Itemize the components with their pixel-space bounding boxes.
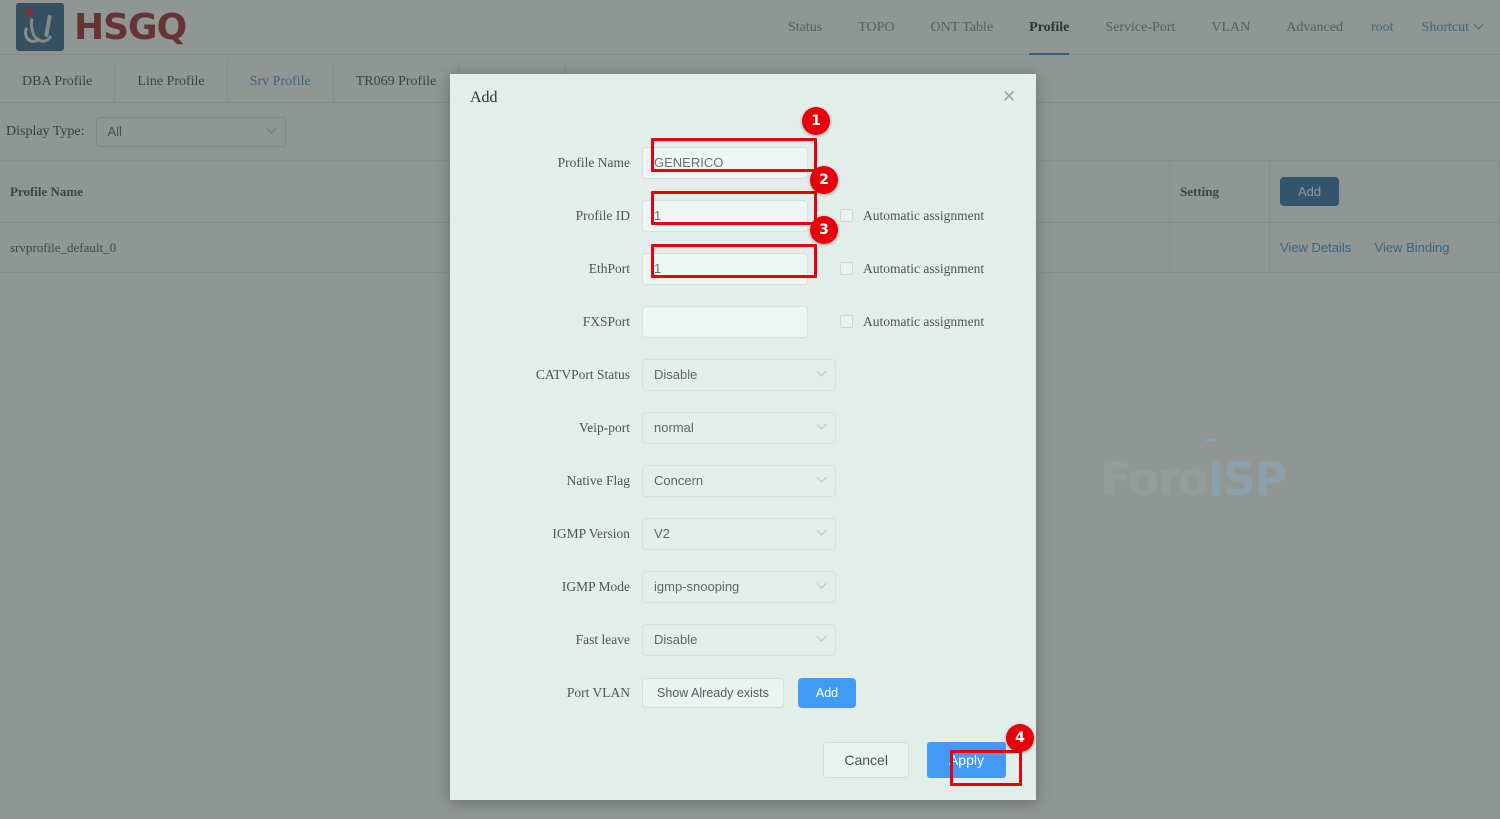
igmp-mode-label: IGMP Mode	[561, 578, 630, 594]
profile-id-control	[642, 199, 808, 232]
cancel-button[interactable]: Cancel	[823, 742, 909, 778]
row-profile-id: Profile ID Automatic assignment	[450, 189, 1036, 242]
profile-name-input[interactable]	[642, 146, 808, 179]
port-vlan-label: Port VLAN	[566, 684, 630, 700]
profile-name-control	[642, 146, 808, 179]
veip-port-label: Veip-port	[579, 419, 630, 435]
profile-name-label: Profile Name	[557, 154, 630, 170]
igmp-version-select[interactable]: V2	[642, 517, 836, 550]
row-igmp-version: IGMP Version V2	[450, 507, 1036, 560]
step-badge-3: 3	[810, 216, 838, 244]
ethport-label: EthPort	[588, 260, 630, 276]
fast-leave-value: Disable	[654, 632, 698, 647]
ethport-auto-wrap: Automatic assignment	[840, 261, 984, 277]
apply-button[interactable]: Apply	[926, 742, 1006, 778]
catvport-status-select[interactable]: Disable	[642, 358, 836, 391]
row-fxsport: FXSPort Automatic assignment	[450, 295, 1036, 348]
fxsport-label: FXSPort	[582, 313, 630, 329]
catvport-status-label: CATVPort Status	[535, 366, 630, 382]
chevron-down-icon	[816, 419, 827, 430]
row-port-vlan: Port VLAN Show Already exists Add	[450, 666, 1036, 719]
fast-leave-select[interactable]: Disable	[642, 623, 836, 656]
igmp-mode-select[interactable]: igmp-snooping	[642, 570, 836, 603]
igmp-version-label: IGMP Version	[552, 525, 630, 541]
dialog-body: Profile Name Profile ID Automatic assign…	[450, 122, 1036, 719]
row-ethport: EthPort Automatic assignment	[450, 242, 1036, 295]
chevron-down-icon	[816, 525, 827, 536]
port-vlan-add-button[interactable]: Add	[797, 677, 857, 708]
chevron-down-icon	[816, 472, 827, 483]
dialog-footer: Cancel Apply	[450, 742, 1036, 778]
add-srv-profile-dialog: Add ✕ ForoISP Profile Name Profile ID Au…	[450, 74, 1287, 800]
row-fast-leave: Fast leave Disable	[450, 613, 1036, 666]
dialog-title: Add	[470, 89, 498, 106]
profile-id-label: Profile ID	[575, 207, 630, 223]
close-icon[interactable]: ✕	[1000, 89, 1018, 107]
ethport-control	[642, 252, 808, 285]
catvport-status-value: Disable	[654, 367, 698, 382]
native-flag-value: Concern	[654, 473, 704, 488]
ethport-input[interactable]	[642, 252, 808, 285]
profile-id-auto-checkbox[interactable]	[840, 209, 853, 222]
port-vlan-show-existing-button[interactable]: Show Already exists	[642, 677, 784, 708]
ethport-auto-label: Automatic assignment	[863, 260, 985, 276]
chevron-down-icon	[816, 366, 827, 377]
fxsport-auto-label: Automatic assignment	[863, 313, 985, 329]
native-flag-select[interactable]: Concern	[642, 464, 836, 497]
ethport-auto-checkbox[interactable]	[840, 262, 853, 275]
chevron-down-icon	[816, 631, 827, 642]
profile-id-input[interactable]	[642, 199, 808, 232]
dialog-header: Add ✕	[450, 74, 1036, 122]
igmp-mode-value: igmp-snooping	[654, 579, 740, 594]
fxsport-input[interactable]	[642, 305, 808, 338]
igmp-version-value: V2	[654, 526, 670, 541]
veip-port-select[interactable]: normal	[642, 411, 836, 444]
row-profile-name: Profile Name	[450, 136, 1036, 189]
profile-id-auto-wrap: Automatic assignment	[840, 208, 984, 224]
row-native-flag: Native Flag Concern	[450, 454, 1036, 507]
veip-port-value: normal	[654, 420, 694, 435]
row-catvport-status: CATVPort Status Disable	[450, 348, 1036, 401]
profile-id-auto-label: Automatic assignment	[863, 207, 985, 223]
row-igmp-mode: IGMP Mode igmp-snooping	[450, 560, 1036, 613]
fxsport-auto-checkbox[interactable]	[840, 315, 853, 328]
step-badge-4: 4	[1006, 724, 1034, 752]
fxsport-auto-wrap: Automatic assignment	[840, 314, 984, 330]
row-veip-port: Veip-port normal	[450, 401, 1036, 454]
apply-button-holder: Apply	[926, 742, 1006, 778]
step-badge-1: 1	[802, 107, 830, 135]
step-badge-2: 2	[810, 166, 838, 194]
chevron-down-icon	[816, 578, 827, 589]
fxsport-control	[642, 305, 808, 338]
fast-leave-label: Fast leave	[575, 631, 630, 647]
native-flag-label: Native Flag	[566, 472, 630, 488]
